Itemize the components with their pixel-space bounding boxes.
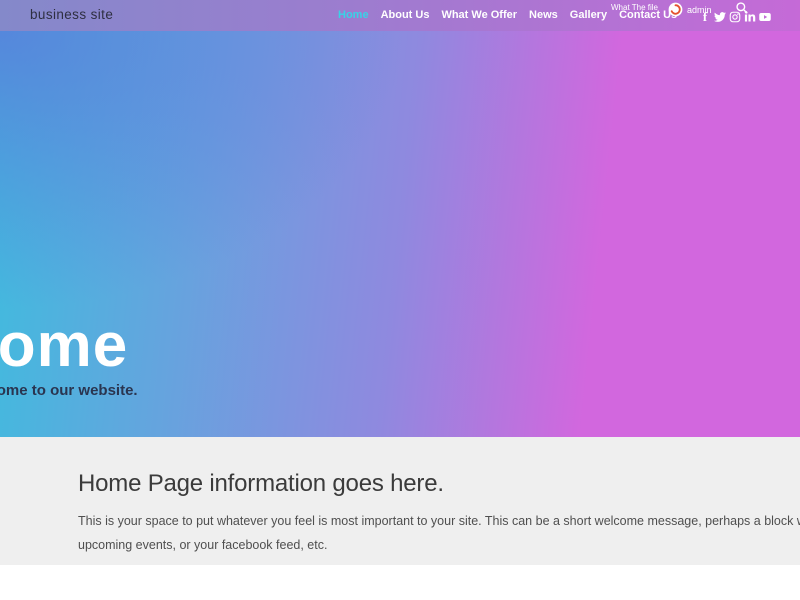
content-paragraph-line2: upcoming events, or your facebook feed, …: [78, 533, 800, 557]
content-section: Home Page information goes here. This is…: [0, 437, 800, 565]
nav-item-home[interactable]: Home: [338, 9, 369, 21]
youtube-icon[interactable]: [759, 11, 771, 23]
nav-item-what-we-offer[interactable]: What We Offer: [441, 9, 517, 21]
window-title-overlay: What The file: [611, 3, 658, 12]
search-icon[interactable]: [735, 1, 749, 15]
header-bar: business site Home About Us What We Offe…: [0, 0, 800, 31]
nav-item-news[interactable]: News: [529, 9, 558, 21]
site-logo[interactable]: business site: [30, 7, 113, 22]
hero-section: Home Welcome to our website.: [0, 31, 800, 437]
content-heading: Home Page information goes here.: [78, 470, 444, 498]
nav-item-about-us[interactable]: About Us: [381, 9, 430, 21]
avatar[interactable]: [668, 2, 683, 17]
admin-user-link[interactable]: admin: [687, 5, 712, 15]
twitter-icon[interactable]: [714, 11, 726, 23]
avatar-swirl-icon: [668, 2, 683, 17]
footer-whitespace: [0, 565, 800, 600]
content-paragraph: This is your space to put whatever you f…: [78, 509, 800, 557]
hero-title: Home: [0, 315, 128, 377]
hero-subtitle: Welcome to our website.: [0, 382, 138, 399]
nav-item-gallery[interactable]: Gallery: [570, 9, 607, 21]
content-paragraph-line1: This is your space to put whatever you f…: [78, 509, 800, 533]
